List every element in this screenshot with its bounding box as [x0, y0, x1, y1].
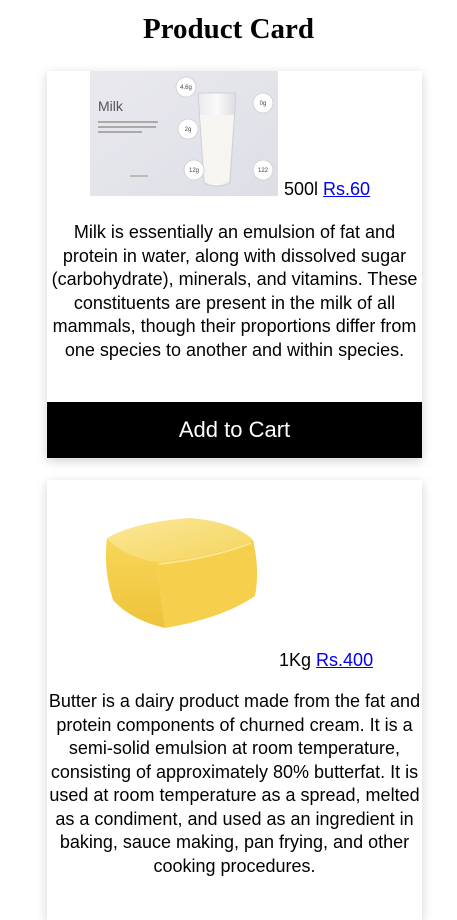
svg-text:Milk: Milk — [98, 98, 124, 114]
svg-text:122: 122 — [258, 168, 269, 174]
milk-price-line: 500l Rs.60 — [284, 179, 370, 199]
milk-quantity: 500l — [284, 179, 319, 199]
butter-price-line: 1Kg Rs.400 — [279, 650, 373, 670]
page-title: Product Card — [142, 13, 315, 45]
milk-price-link[interactable]: Rs.60 — [323, 179, 370, 199]
butter-quantity: 1Kg — [279, 650, 312, 670]
svg-text:12g: 12g — [189, 168, 199, 174]
milk-product-image: Milk 4.6g 0g 2g 12g 122 — [90, 71, 278, 196]
butter-description: Butter is a dairy product made from the … — [48, 691, 421, 876]
svg-text:4.6g: 4.6g — [180, 85, 192, 91]
product-card-milk: Milk 4.6g 0g 2g 12g 122 500l Rs.60 Milk … — [47, 71, 422, 458]
product-card-butter: 1Kg Rs.400 Butter is a dairy product mad… — [47, 480, 422, 920]
milk-description: Milk is essentially an emulsion of fat a… — [51, 222, 418, 360]
add-to-cart-button[interactable]: Add to Cart — [47, 402, 422, 458]
butter-product-image — [95, 500, 275, 640]
butter-price-link[interactable]: Rs.400 — [316, 650, 373, 670]
svg-text:0g: 0g — [260, 101, 267, 107]
svg-text:2g: 2g — [185, 127, 192, 133]
